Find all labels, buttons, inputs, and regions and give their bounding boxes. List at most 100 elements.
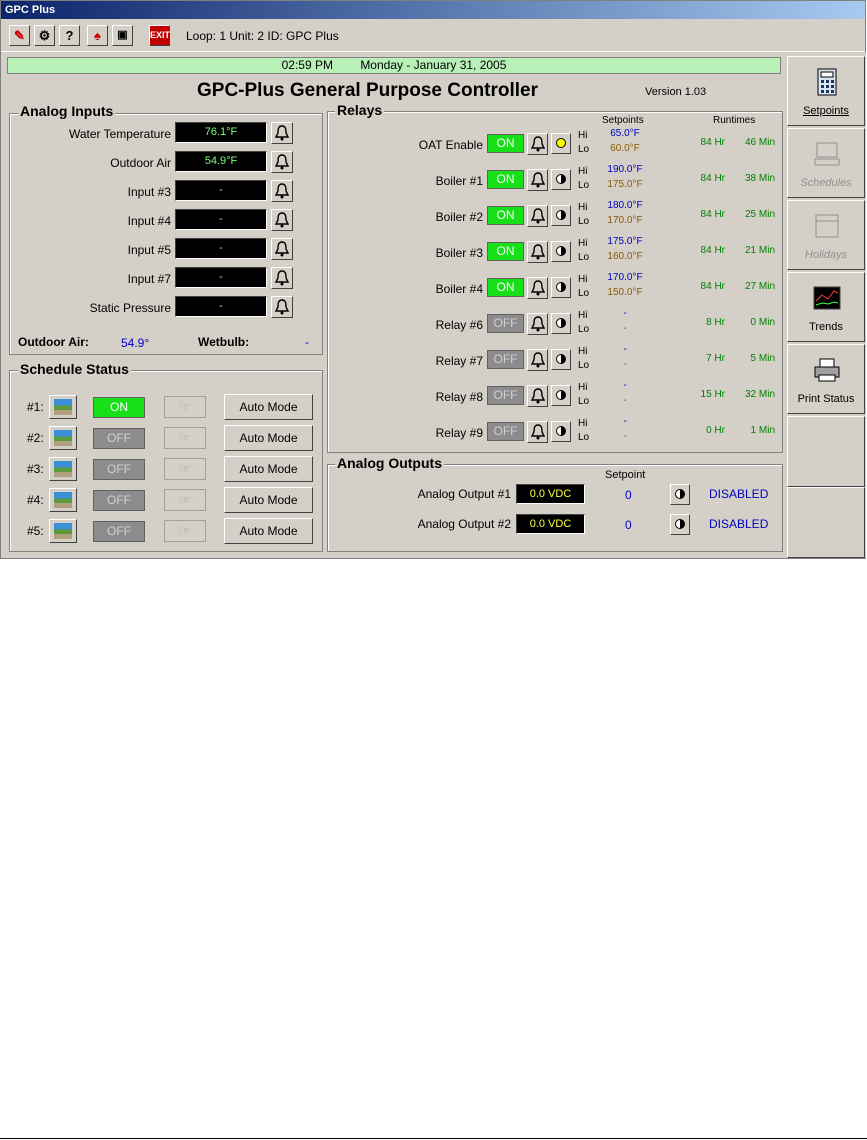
analog-input-label: Input #3	[127, 185, 171, 199]
bell-icon[interactable]	[527, 205, 548, 227]
runtime-hours: 84 Hr	[700, 137, 725, 148]
sidebar-item-holidays[interactable]: Holidays	[787, 200, 865, 270]
sidebar-item-setpoints[interactable]: Setpoints	[787, 56, 865, 126]
auto-mode-button[interactable]: Auto Mode	[224, 425, 313, 451]
analog-output-label: Analog Output #2	[417, 517, 511, 531]
manual-override-icon[interactable]: ☞	[164, 489, 206, 511]
moon-icon[interactable]	[551, 169, 571, 190]
bell-icon[interactable]	[271, 267, 293, 289]
auto-mode-button[interactable]: Auto Mode	[224, 487, 313, 513]
moon-icon[interactable]	[551, 277, 571, 298]
page-title: GPC-Plus General Purpose Controller	[197, 80, 539, 101]
moon-icon[interactable]	[670, 484, 690, 505]
setpoint-hi: -	[623, 380, 627, 391]
printer-icon	[814, 358, 840, 382]
bell-icon[interactable]	[527, 277, 548, 299]
sidebar-item-schedules[interactable]: Schedules	[787, 128, 865, 198]
calendar-icon	[815, 214, 839, 238]
moon-icon[interactable]	[551, 385, 571, 406]
hi-label: Hi	[578, 310, 588, 321]
help-icon[interactable]: ?	[59, 25, 80, 46]
date-bar: 02:59 PM Monday - January 31, 2005	[7, 57, 781, 74]
setpoint-lo: 150.0°F	[607, 287, 643, 298]
bell-icon[interactable]	[271, 296, 293, 318]
manual-override-icon[interactable]: ☞	[164, 427, 206, 449]
sidebar-item-label: Holidays	[804, 249, 848, 261]
schedule-state: OFF	[93, 521, 145, 542]
sidebar-item-label: Schedules	[800, 177, 852, 189]
bell-icon[interactable]	[527, 421, 548, 443]
runtime-hours: 7 Hr	[706, 353, 725, 364]
lo-label: Lo	[578, 288, 590, 299]
auto-mode-button[interactable]: Auto Mode	[224, 394, 313, 420]
setpoint-hi: 65.0°F	[610, 128, 640, 139]
schedule-icon[interactable]	[49, 519, 77, 543]
schedule-state: ON	[93, 397, 145, 418]
bell-icon[interactable]	[527, 169, 548, 191]
schedule-icon[interactable]	[49, 395, 77, 419]
moon-icon[interactable]	[551, 205, 571, 226]
runtime-minutes: 46 Min	[744, 137, 775, 148]
moon-icon[interactable]	[670, 514, 690, 535]
moon-icon[interactable]	[551, 241, 571, 262]
door-icon[interactable]: ▣	[112, 25, 133, 46]
bell-icon[interactable]	[527, 313, 548, 335]
relay-label: Relay #7	[435, 354, 483, 368]
bell-icon[interactable]	[271, 122, 293, 144]
moon-icon[interactable]	[551, 313, 571, 334]
bell-icon[interactable]	[271, 151, 293, 173]
relay-label: OAT Enable	[418, 138, 483, 152]
moon-icon[interactable]	[551, 421, 571, 442]
runtime-hours: 0 Hr	[706, 425, 725, 436]
analog-input-value: 76.1°F	[175, 122, 267, 143]
sidebar-item-trends[interactable]: Trends	[787, 272, 865, 342]
network-icon[interactable]: ⚙	[34, 25, 55, 46]
analog-output-status: DISABLED	[709, 487, 769, 501]
lo-label: Lo	[578, 216, 590, 227]
moon-icon[interactable]	[551, 349, 571, 370]
outdoor-air-label: Outdoor Air:	[18, 335, 89, 349]
exit-button[interactable]: EXIT	[149, 25, 170, 46]
runtime-hours: 84 Hr	[700, 281, 725, 292]
manual-override-icon[interactable]: ☞	[164, 458, 206, 480]
bell-icon[interactable]	[527, 385, 548, 407]
manual-override-icon[interactable]: ☞	[164, 520, 206, 542]
sun-icon[interactable]	[551, 133, 571, 154]
auto-mode-button[interactable]: Auto Mode	[224, 518, 313, 544]
setpoint-lo: -	[623, 359, 627, 370]
relay-label: Boiler #4	[435, 282, 483, 296]
tools-icon[interactable]: ✎	[9, 25, 30, 46]
relay-label: Boiler #2	[435, 210, 483, 224]
bell-icon[interactable]	[271, 238, 293, 260]
bell-icon[interactable]	[527, 349, 548, 371]
schedule-icon[interactable]	[49, 488, 77, 512]
bell-icon[interactable]	[271, 209, 293, 231]
bell-icon[interactable]	[271, 180, 293, 202]
schedule-icon[interactable]	[49, 426, 77, 450]
bell-icon[interactable]	[527, 133, 548, 155]
analog-input-label: Input #4	[127, 214, 171, 228]
runtime-minutes: 5 Min	[750, 353, 775, 364]
hi-label: Hi	[578, 346, 588, 357]
schedule-label: #4:	[27, 493, 44, 507]
lo-label: Lo	[578, 396, 590, 407]
analog-input-label: Input #5	[127, 243, 171, 257]
runtime-minutes: 1 Min	[750, 425, 775, 436]
manual-override-icon[interactable]: ☞	[164, 396, 206, 418]
schedule-state: OFF	[93, 459, 145, 480]
schedule-icon[interactable]	[49, 457, 77, 481]
setpoint-lo: 160.0°F	[607, 251, 643, 262]
analog-output-value: 0.0 VDC	[516, 514, 585, 534]
analog-output-setpoint: 0	[625, 518, 632, 532]
analog-input-value: -	[175, 180, 267, 201]
sidebar-item-print-status[interactable]: Print Status	[787, 344, 865, 414]
runtime-hours: 84 Hr	[700, 173, 725, 184]
toolbar: ✎ ⚙ ? ♠ ▣ EXIT Loop: 1 Unit: 2 ID: GPC P…	[1, 21, 865, 52]
alarm-icon[interactable]: ♠	[87, 25, 108, 46]
analog-inputs-group	[9, 113, 323, 355]
bell-icon[interactable]	[527, 241, 548, 263]
relay-label: Boiler #3	[435, 246, 483, 260]
auto-mode-button[interactable]: Auto Mode	[224, 456, 313, 482]
app-window: GPC Plus ✎ ⚙ ? ♠ ▣ EXIT Loop: 1 Unit: 2 …	[0, 0, 866, 559]
lo-label: Lo	[578, 144, 590, 155]
